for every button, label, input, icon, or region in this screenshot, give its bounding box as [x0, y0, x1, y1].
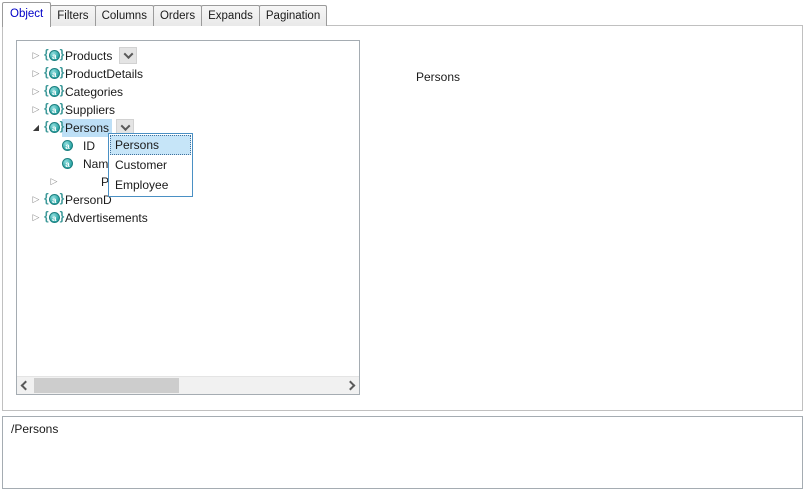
h-scrollbar[interactable]: [17, 376, 359, 394]
entity-icon: {a}: [44, 49, 64, 63]
expand-expander-icon[interactable]: ▷: [31, 101, 41, 119]
entity-icon: {a}: [44, 211, 64, 225]
expand-expander-icon[interactable]: ▷: [31, 65, 41, 83]
object-explorer-panel: ▷{a}Products▷{a}ProductDetails▷{a}Catego…: [16, 40, 360, 395]
persons-group-label: Persons: [412, 70, 464, 84]
expand-expander-icon[interactable]: ▷: [49, 173, 59, 191]
dropdown-chevron-icon[interactable]: [119, 47, 137, 64]
entityset-dropdown[interactable]: PersonsCustomerEmployee: [108, 133, 193, 197]
tree-item-categories[interactable]: ▷{a}Categories: [17, 83, 359, 101]
tree-item-label: Persons: [62, 119, 112, 137]
tree-item-products[interactable]: ▷{a}Products: [17, 47, 359, 65]
tree-item-advertisements[interactable]: ▷{a}Advertisements: [17, 209, 359, 227]
scroll-right-arrow-icon[interactable]: [342, 377, 359, 394]
tree-item-suppliers[interactable]: ▷{a}Suppliers: [17, 101, 359, 119]
tab-pagination[interactable]: Pagination: [259, 5, 327, 26]
expand-expander-icon[interactable]: ▷: [31, 191, 41, 209]
tab-filters[interactable]: Filters: [50, 5, 95, 26]
tree-item-productdetails[interactable]: ▷{a}ProductDetails: [17, 65, 359, 83]
tab-strip: ObjectFiltersColumnsOrdersExpandsPaginat…: [2, 2, 326, 26]
tree-item-label: Products: [62, 47, 115, 65]
h-scroll-thumb[interactable]: [34, 378, 179, 393]
dropdown-item-employee[interactable]: Employee: [110, 175, 191, 195]
tree-item-label: PersonD: [62, 191, 115, 209]
tab-columns[interactable]: Columns: [95, 5, 154, 26]
dropdown-item-persons[interactable]: Persons: [110, 135, 191, 155]
tree-item-label: Suppliers: [62, 101, 118, 119]
entity-icon: {a}: [44, 121, 64, 135]
tree-item-label: ID: [80, 137, 98, 155]
tree-item-label: Categories: [62, 83, 126, 101]
entity-icon: {a}: [44, 67, 64, 81]
entity-icon: {a}: [44, 85, 64, 99]
entity-icon: {a}: [44, 193, 64, 207]
tab-object[interactable]: Object: [2, 2, 51, 27]
property-icon: a: [62, 139, 73, 153]
entity-icon: {a}: [44, 103, 64, 117]
query-expression-input[interactable]: [2, 416, 803, 489]
tab-expands[interactable]: Expands: [201, 5, 260, 26]
property-icon: a: [62, 157, 73, 171]
expand-expander-icon[interactable]: ▷: [31, 83, 41, 101]
tree-item-label: ProductDetails: [62, 65, 146, 83]
tab-orders[interactable]: Orders: [153, 5, 202, 26]
expand-expander-icon[interactable]: ▷: [31, 47, 41, 65]
expand-expander-icon[interactable]: ▷: [31, 209, 41, 227]
dropdown-item-customer[interactable]: Customer: [110, 155, 191, 175]
tree-item-label: Advertisements: [62, 209, 151, 227]
collapse-expander-icon[interactable]: ◢: [31, 119, 41, 137]
scroll-left-arrow-icon[interactable]: [17, 377, 34, 394]
